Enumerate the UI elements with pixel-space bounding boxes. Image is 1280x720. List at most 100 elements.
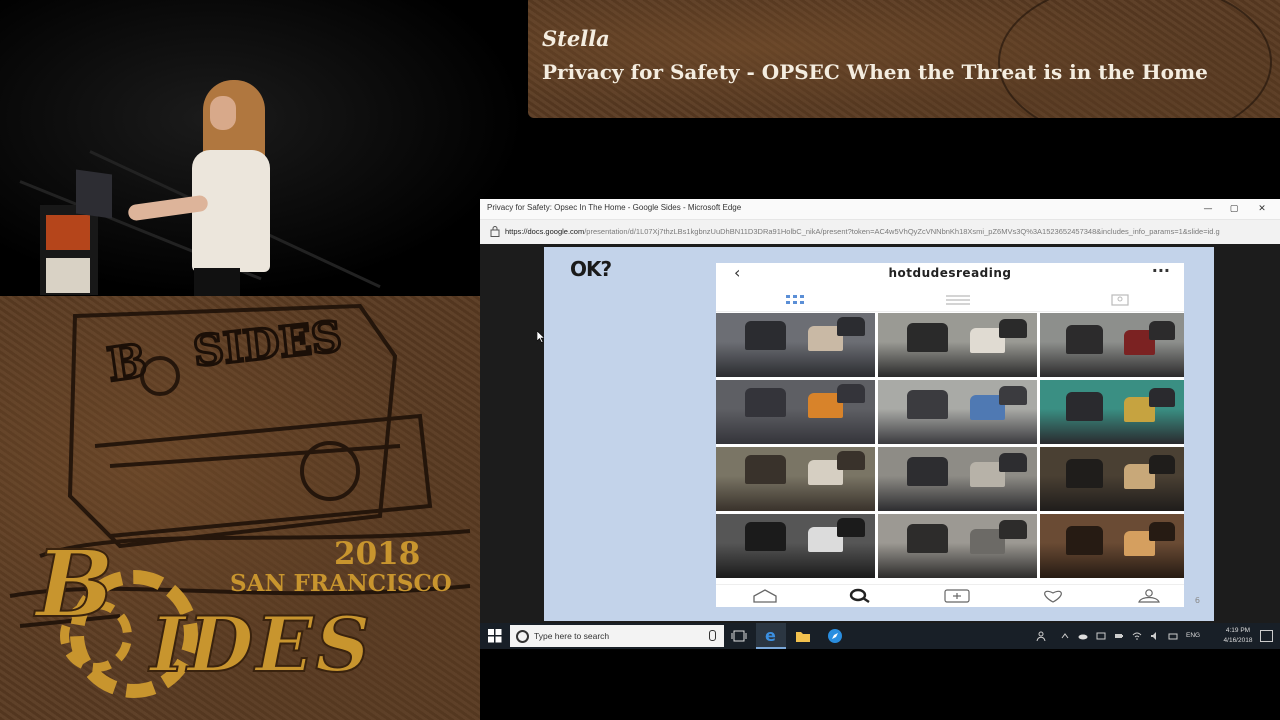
speaker-face — [210, 96, 236, 130]
url-host: https://docs.google.com — [505, 227, 585, 236]
photo-tile[interactable] — [716, 313, 875, 377]
input-language[interactable]: ENG — [1186, 632, 1200, 639]
home-icon — [753, 589, 777, 603]
windows-taskbar: Type here to search e ENG 4:19 PM 4/16/2… — [480, 623, 1280, 649]
file-explorer-icon[interactable] — [788, 623, 818, 649]
photo-person — [836, 450, 866, 471]
task-view-icon[interactable] — [724, 623, 754, 649]
edge-icon: e — [765, 626, 776, 645]
photo-person — [1065, 324, 1104, 354]
cortana-icon — [516, 630, 529, 643]
svg-text:SIDES: SIDES — [191, 312, 344, 376]
presentation-viewport: OK? ‹ hotdudesreading ··· 6 — [480, 244, 1280, 623]
search-icon — [849, 588, 870, 603]
maximize-button[interactable]: ▢ — [1224, 201, 1244, 217]
profile-icon — [1138, 589, 1160, 603]
speaker-body — [192, 150, 270, 272]
taskbar-clock[interactable]: 4:19 PM 4/16/2018 — [1218, 626, 1258, 646]
photo-person — [1065, 525, 1104, 555]
list-view-icon — [946, 295, 970, 305]
photo-person — [1149, 387, 1176, 407]
photo-tile[interactable] — [1040, 514, 1184, 578]
photo-person — [836, 383, 866, 404]
edge-taskbar-button[interactable]: e — [756, 623, 786, 649]
tagged-view-icon — [1111, 294, 1129, 306]
photo-tile[interactable] — [878, 447, 1037, 511]
bsides-seal-emblem — [998, 0, 1272, 118]
slide-heading: OK? — [570, 257, 612, 281]
speaker-name: Stella — [542, 26, 610, 51]
battery-icon[interactable] — [1114, 631, 1124, 641]
volume-icon[interactable] — [1150, 631, 1160, 641]
clock-date: 4/16/2018 — [1223, 637, 1253, 644]
more-options-icon: ··· — [1151, 261, 1170, 280]
laptop — [76, 169, 112, 219]
photo-person — [998, 318, 1028, 338]
photo-tile[interactable] — [716, 447, 875, 511]
search-placeholder: Type here to search — [534, 631, 610, 641]
photo-person — [1149, 320, 1176, 340]
talk-title-banner: Stella Privacy for Safety - OPSEC When t… — [528, 0, 1280, 118]
bsides-wordmark-ides: IDES — [149, 599, 373, 690]
window-title: Privacy for Safety: Opsec In The Home - … — [487, 203, 742, 212]
svg-text:B: B — [104, 333, 150, 392]
photo-tile[interactable] — [878, 313, 1037, 377]
minimize-button[interactable]: — — [1198, 201, 1218, 217]
podium-sign-lower — [46, 258, 90, 293]
keyboard-icon[interactable] — [1168, 631, 1178, 641]
speaker-video-feed — [0, 0, 528, 296]
compass-browser-icon[interactable] — [820, 623, 850, 649]
photo-tile[interactable] — [1040, 380, 1184, 444]
photo-tile[interactable] — [1040, 447, 1184, 511]
photo-tile[interactable] — [716, 514, 875, 578]
network-icon[interactable] — [1096, 631, 1106, 641]
photo-person — [906, 389, 948, 420]
photo-person — [1065, 391, 1104, 421]
photo-person — [744, 454, 786, 485]
action-center-icon[interactable] — [1260, 630, 1273, 642]
photo-person — [744, 387, 786, 418]
bsides-city: SAN FRANCISCO — [230, 570, 452, 597]
photo-person — [836, 316, 866, 337]
people-icon[interactable] — [1036, 631, 1046, 641]
photo-person — [906, 322, 948, 353]
browser-titlebar: Privacy for Safety: Opsec In The Home - … — [480, 199, 1280, 220]
talk-title: Privacy for Safety - OPSEC When the Thre… — [542, 60, 1208, 84]
phone-bottom-nav — [716, 584, 1184, 607]
photo-tile[interactable] — [878, 514, 1037, 578]
photo-person — [1149, 454, 1176, 474]
photo-tile[interactable] — [1040, 313, 1184, 377]
lock-icon — [490, 226, 500, 237]
close-button[interactable]: ✕ — [1252, 201, 1272, 217]
instagram-profile-screenshot: ‹ hotdudesreading ··· — [716, 261, 1184, 607]
photo-grid — [716, 313, 1184, 581]
add-post-icon — [944, 589, 970, 603]
photo-tile[interactable] — [716, 380, 875, 444]
grid-view-icon — [786, 295, 804, 304]
slide-page-number: 6 — [1194, 596, 1200, 605]
chevron-up-icon[interactable] — [1060, 631, 1070, 641]
photo-person — [998, 452, 1028, 472]
photo-person — [1065, 458, 1104, 488]
taskbar-search-box[interactable]: Type here to search — [510, 625, 724, 647]
wifi-icon[interactable] — [1132, 631, 1142, 641]
photo-person — [906, 456, 948, 487]
photo-person — [998, 385, 1028, 405]
photo-person — [744, 521, 786, 552]
profile-view-tabs — [716, 289, 1184, 312]
microphone-icon[interactable] — [709, 630, 716, 641]
bsides-wordmark-b: B — [35, 529, 115, 639]
presentation-slide[interactable]: OK? ‹ hotdudesreading ··· 6 — [544, 247, 1214, 621]
url-text[interactable]: https://docs.google.com/presentation/d/1… — [505, 227, 1265, 236]
photo-person — [1149, 521, 1176, 541]
windows-start-icon[interactable] — [488, 629, 502, 643]
photo-person — [998, 519, 1028, 539]
photo-person — [906, 523, 948, 554]
profile-username: hotdudesreading — [888, 266, 1012, 280]
profile-header: ‹ hotdudesreading ··· — [716, 261, 1184, 283]
clock-time: 4:19 PM — [1225, 627, 1251, 634]
heart-icon — [1044, 590, 1062, 603]
address-bar[interactable]: https://docs.google.com/presentation/d/1… — [480, 220, 1280, 244]
photo-tile[interactable] — [878, 380, 1037, 444]
onedrive-icon[interactable] — [1078, 631, 1088, 641]
